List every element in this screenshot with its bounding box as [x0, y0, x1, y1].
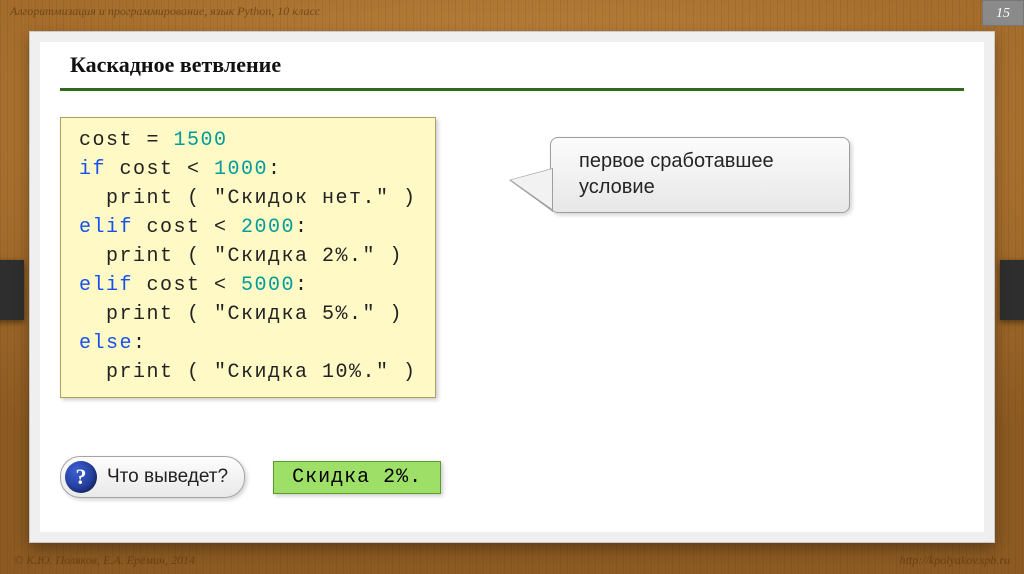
code-line: elif cost < 5000: — [79, 274, 309, 297]
header-text: Алгоритмизация и программирование, язык … — [10, 4, 320, 19]
footer-url: http://kpolyakov.spb.ru — [900, 553, 1010, 568]
binder-tab-right — [1000, 260, 1024, 320]
code-block: cost = 1500 if cost < 1000: print ( "Ски… — [60, 117, 436, 398]
code-line: print ( "Скидка 5%." ) — [79, 303, 403, 326]
answer-box: Скидка 2%. — [273, 461, 441, 494]
code-line: else: — [79, 332, 147, 355]
code-line: cost = 1500 — [79, 129, 228, 152]
callout-line: первое сработавшее — [579, 148, 831, 174]
code-line: elif cost < 2000: — [79, 216, 309, 239]
code-line: print ( "Скидок нет." ) — [79, 187, 417, 210]
question-mark-icon: ? — [65, 461, 97, 493]
slide-frame: Каскадное ветвление cost = 1500 if cost … — [30, 32, 994, 542]
slide-title: Каскадное ветвление — [60, 52, 964, 91]
callout-line: условие — [579, 174, 831, 200]
callout-bubble: первое сработавшее условие — [550, 137, 850, 213]
page-number-badge: 15 — [982, 0, 1024, 26]
code-line: print ( "Скидка 2%." ) — [79, 245, 403, 268]
footer-copyright: © К.Ю. Поляков, Е.А. Ерёмин, 2014 — [14, 553, 195, 568]
code-line: if cost < 1000: — [79, 158, 282, 181]
binder-tab-left — [0, 260, 24, 320]
code-line: print ( "Скидка 10%." ) — [79, 361, 417, 384]
question-text: Что выведет? — [107, 466, 228, 488]
question-pill: ? Что выведет? — [60, 456, 245, 498]
